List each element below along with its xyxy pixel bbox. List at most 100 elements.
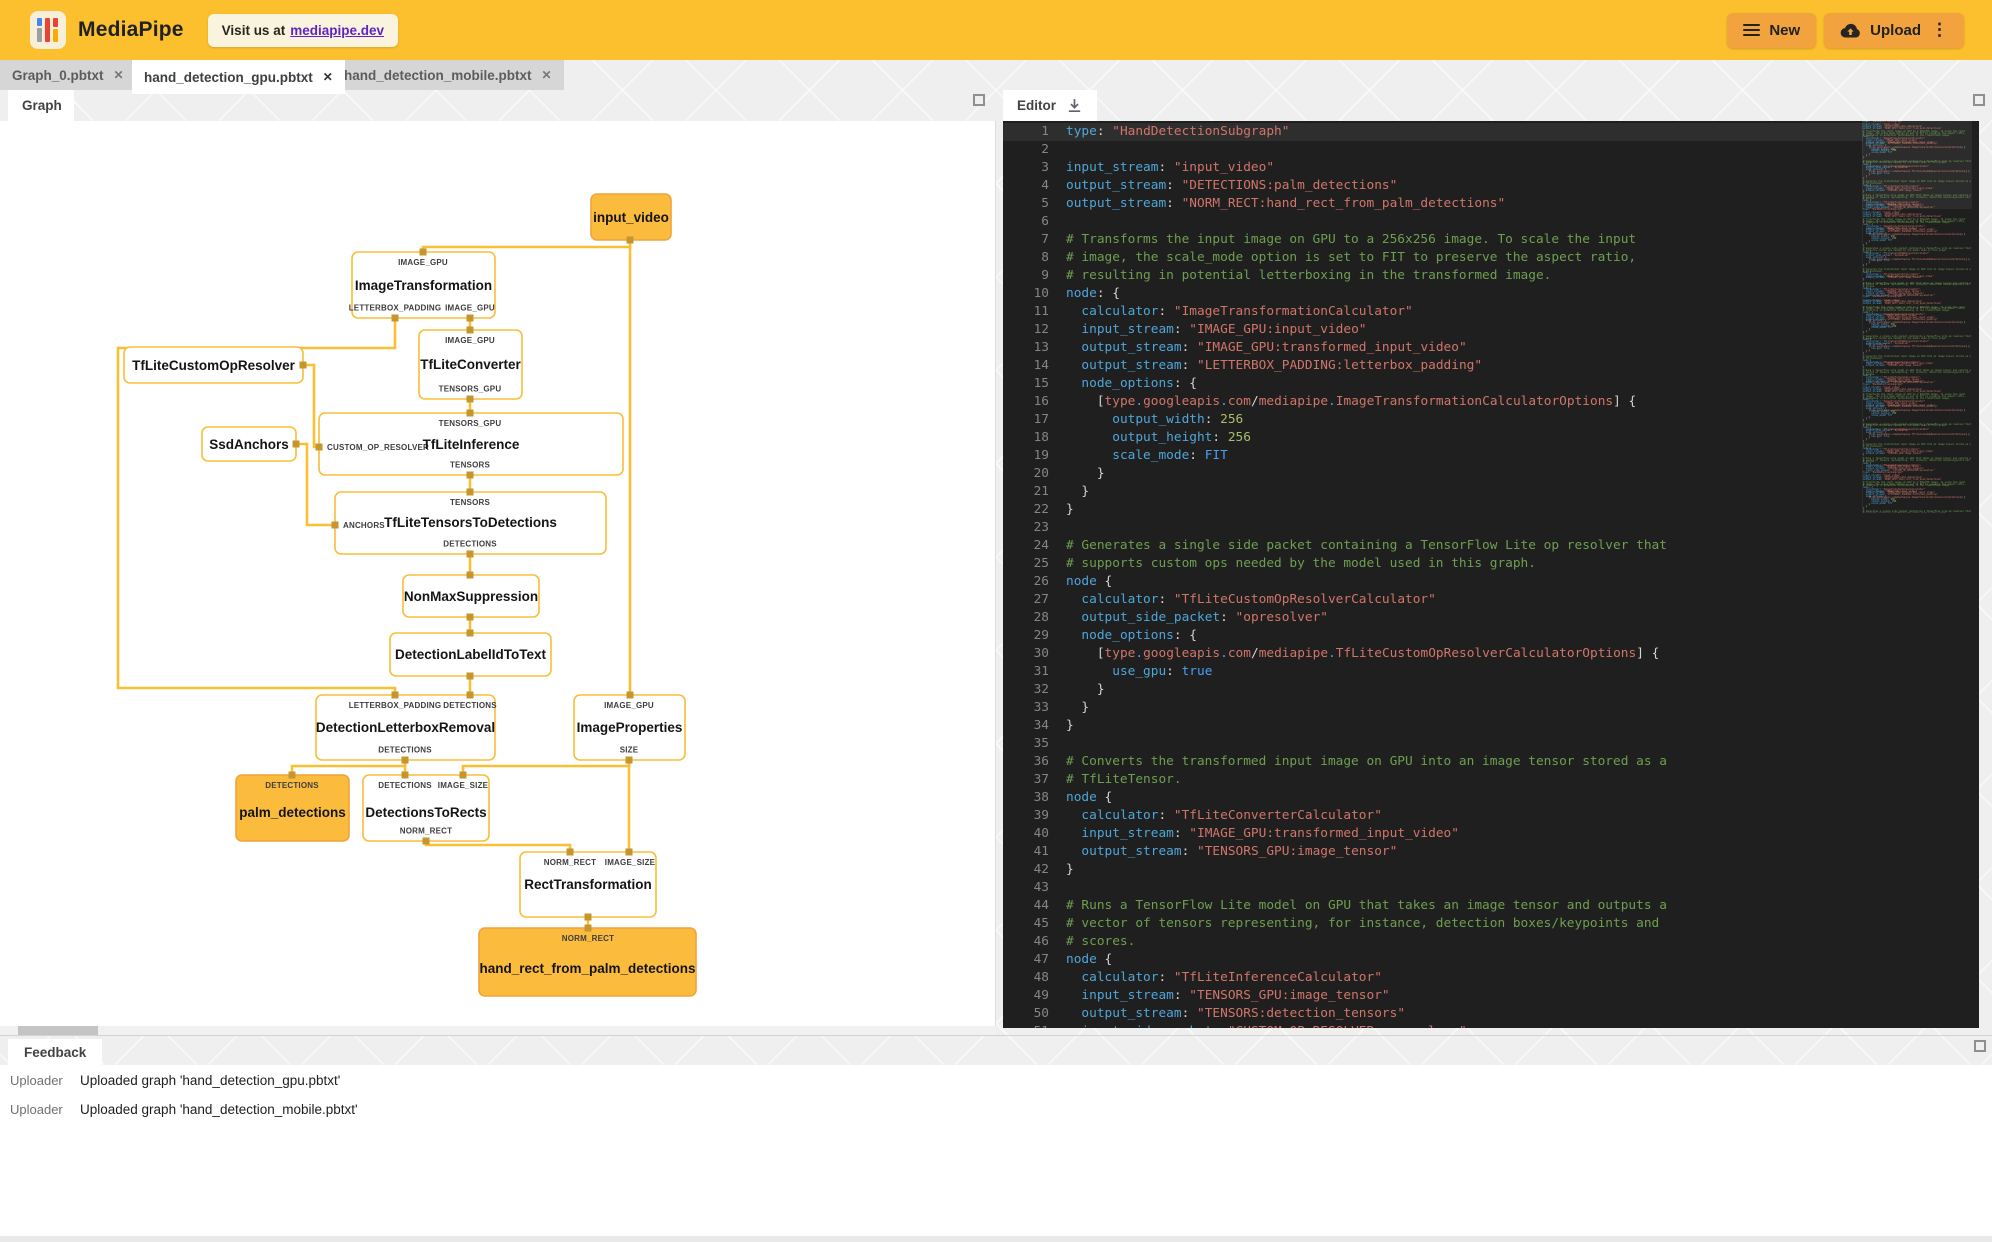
- mediapipe-dev-link[interactable]: mediapipe.dev: [290, 23, 384, 38]
- svg-text:LETTERBOX_PADDING: LETTERBOX_PADDING: [349, 304, 442, 313]
- feedback-strip: [0, 1035, 1992, 1065]
- download-icon[interactable]: [1066, 97, 1083, 114]
- close-tab-icon[interactable]: ✕: [542, 68, 552, 82]
- file-tab-bar: Graph_0.pbtxt ✕ hand_detection_gpu.pbtxt…: [0, 60, 1992, 94]
- code-line: 8 # image, the scale_mode option is set t…: [1041, 250, 1637, 265]
- code-line: 20 }: [1033, 466, 1105, 481]
- code-line: 38 node {: [1033, 790, 1113, 805]
- graph-node-NonMaxSuppression[interactable]: NonMaxSuppression: [402, 574, 540, 618]
- svg-text:ImageTransformation: ImageTransformation: [355, 278, 492, 293]
- code-line: 44 # Runs a TensorFlow Lite model on GPU …: [1033, 898, 1667, 913]
- port-connector: [466, 409, 474, 417]
- close-tab-icon[interactable]: ✕: [114, 68, 124, 82]
- port-connector: [625, 848, 633, 856]
- svg-text:IMAGE_GPU: IMAGE_GPU: [398, 258, 448, 267]
- svg-text:IMAGE_SIZE: IMAGE_SIZE: [605, 858, 656, 867]
- svg-text:TfLiteCustomOpResolver: TfLiteCustomOpResolver: [132, 358, 296, 373]
- bottom-strip: [0, 1236, 1992, 1242]
- svg-text:input_video: input_video: [593, 210, 669, 225]
- code-line: 47 node {: [1033, 952, 1113, 967]
- graph-canvas[interactable]: input_video IMAGE_GPU LETTERBOX_PADDING IMA…: [0, 121, 996, 1026]
- svg-text:SIZE: SIZE: [620, 746, 639, 755]
- graph-node-ImageProperties[interactable]: IMAGE_GPU SIZE ImageProperties: [573, 694, 686, 761]
- svg-text:LETTERBOX_PADDING: LETTERBOX_PADDING: [349, 701, 442, 710]
- code-line: 7 # Transforms the input image on GPU to …: [1041, 232, 1637, 247]
- upload-button[interactable]: Upload ⋮: [1824, 12, 1964, 48]
- feedback-log: Uploader Uploaded graph 'hand_detection_…: [0, 1065, 1992, 1236]
- tab-feedback[interactable]: Feedback: [8, 1039, 103, 1066]
- graph-node-TfLiteConverter[interactable]: IMAGE_GPU TENSORS_GPU TfLiteConverter: [418, 329, 523, 400]
- graph-node-DetectionLetterboxRemoval[interactable]: LETTERBOX_PADDING DETECTIONSDETECTIONSDet…: [315, 694, 497, 761]
- graph-node-DetectionLabelIdToText[interactable]: DetectionLabelIdToText: [389, 632, 552, 677]
- graph-node-SsdAnchors[interactable]: SsdAnchors: [201, 426, 297, 462]
- feedback-source: Uploader: [10, 1073, 63, 1088]
- code-line: 5 output_stream: "NORM_RECT:hand_rect_fro…: [1041, 196, 1506, 211]
- svg-text:DETECTIONS: DETECTIONS: [378, 781, 432, 790]
- graph-node-palm_detections[interactable]: DETECTIONS palm_detections: [235, 774, 350, 842]
- code-line: 30 [type.googleapis.com/mediapipe.TfLite…: [1033, 646, 1660, 661]
- feedback-message: Uploaded graph 'hand_detection_mobile.pb…: [80, 1102, 358, 1117]
- tab-graph-0-pbtxt[interactable]: Graph_0.pbtxt ✕: [0, 60, 136, 90]
- port-connector: [466, 691, 474, 699]
- node-graph: input_video IMAGE_GPU LETTERBOX_PADDING IMA…: [116, 193, 697, 997]
- svg-text:RectTransformation: RectTransformation: [524, 877, 652, 892]
- graph-horizontal-scrollbar[interactable]: [0, 1026, 996, 1035]
- svg-text:NonMaxSuppression: NonMaxSuppression: [404, 589, 538, 604]
- svg-text:SsdAnchors: SsdAnchors: [209, 437, 289, 452]
- graph-node-hand_rect_from_palm_detections[interactable]: NORM_RECT hand_rect_from_palm_detections: [478, 927, 697, 997]
- code-line: 1 type: "HandDetectionSubgraph": [1003, 123, 1863, 141]
- graph-node-TfLiteTensorsToDetections[interactable]: TENSORS DETECTIONS ANCHORS TfLiteTensorsToD…: [334, 491, 607, 555]
- code-line: 13 output_stream: "IMAGE_GPU:transformed…: [1033, 340, 1467, 355]
- graph-node-TfLiteCustomOpResolver[interactable]: TfLiteCustomOpResolver: [123, 346, 304, 384]
- code-line: 43: [1033, 880, 1049, 895]
- code-line: 12 input_stream: "IMAGE_GPU:input_video": [1033, 322, 1367, 337]
- graph-node-RectTransformation[interactable]: NORM_RECT IMAGE_SIZE RectTransformation: [519, 851, 657, 918]
- expand-graph-panel-icon[interactable]: [973, 94, 985, 106]
- svg-text:CUSTOM_OP_RESOLVER: CUSTOM_OP_RESOLVER: [327, 443, 429, 452]
- code-editor[interactable]: 1 type: "HandDetectionSubgraph" 2 3 input_st…: [1003, 121, 1979, 1028]
- svg-text:DETECTIONS: DETECTIONS: [378, 746, 432, 755]
- feedback-row: Uploader Uploaded graph 'hand_detection_…: [0, 1065, 1992, 1094]
- visit-chip: Visit us at mediapipe.dev: [207, 13, 398, 47]
- editor-minimap[interactable]: type: "HandDetectionSubgraph" input_stre…: [1862, 121, 1972, 513]
- close-tab-icon[interactable]: ✕: [323, 70, 333, 84]
- code-line: 11 calculator: "ImageTransformationCalcu…: [1033, 304, 1413, 319]
- port-connector: [299, 361, 307, 369]
- kebab-menu-icon[interactable]: ⋮: [1931, 20, 1948, 40]
- port-connector: [288, 771, 296, 779]
- cloud-upload-icon: [1840, 23, 1861, 38]
- code-line: 31 use_gpu: true: [1033, 664, 1213, 679]
- expand-editor-panel-icon[interactable]: [1973, 94, 1985, 106]
- svg-text:NORM_RECT: NORM_RECT: [400, 827, 452, 836]
- port-connector: [625, 756, 633, 764]
- list-icon: [1743, 21, 1761, 39]
- code-line: 33 }: [1033, 700, 1090, 715]
- graph-node-input_video[interactable]: input_video: [590, 193, 672, 241]
- code-line: 36 # Converts the transformed input image…: [1033, 754, 1667, 769]
- svg-text:NORM_RECT: NORM_RECT: [562, 934, 614, 943]
- graph-node-ImageTransformation[interactable]: IMAGE_GPULETTERBOX_PADDING IMAGE_GPUImage…: [349, 251, 496, 319]
- code-line: 48 calculator: "TfLiteInferenceCalculato…: [1033, 970, 1382, 985]
- tab-hand-detection-mobile-pbtxt[interactable]: hand_detection_mobile.pbtxt ✕: [332, 60, 564, 90]
- graph-edge: [421, 240, 632, 252]
- port-connector: [459, 771, 467, 779]
- svg-text:IMAGE_SIZE: IMAGE_SIZE: [438, 781, 489, 790]
- port-connector: [419, 248, 427, 256]
- tab-editor-view[interactable]: Editor: [1003, 90, 1097, 121]
- port-connector: [292, 440, 300, 448]
- new-button[interactable]: New: [1727, 12, 1817, 48]
- port-connector: [466, 395, 474, 403]
- graph-node-DetectionsToRects[interactable]: DETECTIONS IMAGE_SIZE NORM_RECT DetectionsT…: [362, 774, 490, 842]
- scrollbar-thumb[interactable]: [18, 1026, 98, 1035]
- code-line: 16 [type.googleapis.com/mediapipe.ImageT…: [1033, 394, 1637, 409]
- expand-feedback-panel-icon[interactable]: [1974, 1040, 1986, 1052]
- tab-hand-detection-gpu-pbtxt[interactable]: hand_detection_gpu.pbtxt ✕: [132, 60, 345, 94]
- code-line: 34}: [1033, 718, 1074, 733]
- code-line: 37 # TfLiteTensor.: [1033, 772, 1182, 787]
- code-line: 29 node_options: {: [1033, 628, 1197, 643]
- port-connector: [466, 550, 474, 558]
- graph-node-TfLiteInference[interactable]: TENSORS_GPU TENSORS CUSTOM_OP_RESOLVERTfLi…: [318, 412, 624, 476]
- code-line: 27 calculator: "TfLiteCustomOpResolverCa…: [1033, 592, 1436, 607]
- tab-graph-view[interactable]: Graph: [8, 90, 74, 121]
- port-connector: [331, 521, 339, 529]
